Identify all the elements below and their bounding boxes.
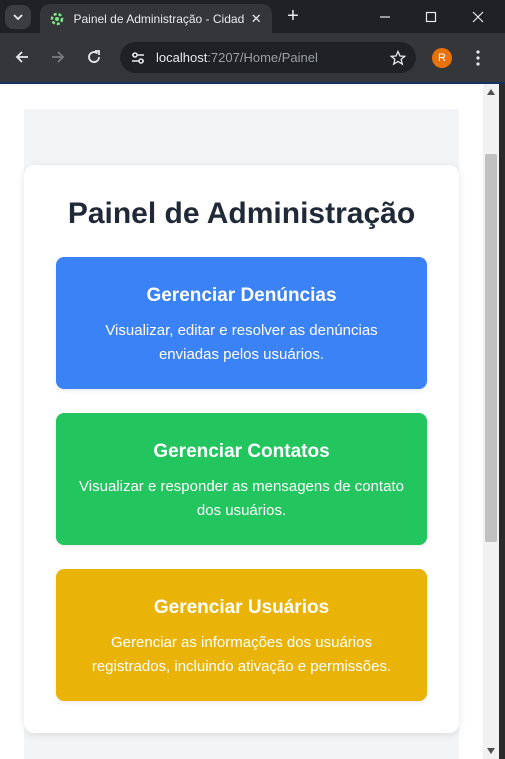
close-window-button[interactable] [463, 6, 493, 28]
url-text: localhost:7207/Home/Painel [156, 50, 318, 65]
browser-tab[interactable]: Painel de Administração - Cidade ✕ [40, 4, 272, 33]
card-title: Gerenciar Denúncias [146, 285, 337, 306]
new-tab-button[interactable]: + [282, 6, 304, 28]
maximize-button[interactable] [416, 6, 446, 28]
card-description: Visualizar e responder as mensagens de c… [79, 478, 404, 519]
back-button[interactable] [9, 44, 35, 70]
tab-title: Painel de Administração - Cidade [73, 11, 245, 26]
tab-close-button[interactable]: ✕ [248, 11, 264, 27]
tab-strip: Painel de Administração - Cidade ✕ + [0, 0, 505, 33]
arrow-right-icon [52, 51, 65, 63]
more-vertical-icon [476, 50, 480, 66]
scroll-up-button[interactable] [483, 84, 499, 100]
tab-search-button[interactable] [5, 5, 31, 29]
reload-button[interactable] [81, 44, 107, 70]
forward-button[interactable] [45, 44, 71, 70]
page-viewport: Painel de Administração Gerenciar Denúnc… [0, 84, 483, 759]
star-icon[interactable] [390, 49, 406, 66]
card-description: Gerenciar as informações dos usuários re… [91, 634, 392, 675]
page-title: Painel de Administração [67, 197, 416, 230]
site-settings-icon[interactable] [130, 50, 146, 66]
minimize-icon [380, 16, 390, 18]
manage-users-card[interactable]: Gerenciar Usuários Gerenciar as informaç… [56, 569, 427, 701]
address-bar[interactable]: localhost:7207/Home/Painel [120, 42, 416, 73]
minimize-button[interactable] [370, 6, 400, 28]
chevron-down-icon [13, 14, 23, 21]
triangle-up-icon [487, 89, 495, 95]
maximize-icon [425, 11, 437, 23]
triangle-down-icon [487, 748, 495, 754]
admin-panel: Painel de Administração Gerenciar Denúnc… [24, 165, 459, 733]
card-description: Visualizar, editar e resolver as denúnci… [105, 322, 378, 363]
gear-icon [48, 10, 65, 28]
manage-contacts-card[interactable]: Gerenciar Contatos Visualizar e responde… [56, 413, 427, 545]
profile-avatar[interactable]: R [432, 48, 452, 68]
scroll-down-button[interactable] [483, 743, 499, 759]
reload-icon [88, 50, 100, 63]
card-title: Gerenciar Usuários [153, 597, 330, 618]
arrow-left-icon [15, 51, 28, 63]
card-title: Gerenciar Contatos [153, 441, 330, 462]
close-icon [472, 11, 484, 23]
browser-toolbar: localhost:7207/Home/Painel R [0, 33, 505, 82]
manage-reports-card[interactable]: Gerenciar Denúncias Visualizar, editar e… [56, 257, 427, 389]
vertical-scrollbar[interactable] [483, 84, 499, 759]
window-edge [499, 84, 505, 759]
scrollbar-thumb[interactable] [485, 154, 497, 542]
browser-menu-button[interactable] [468, 45, 488, 71]
